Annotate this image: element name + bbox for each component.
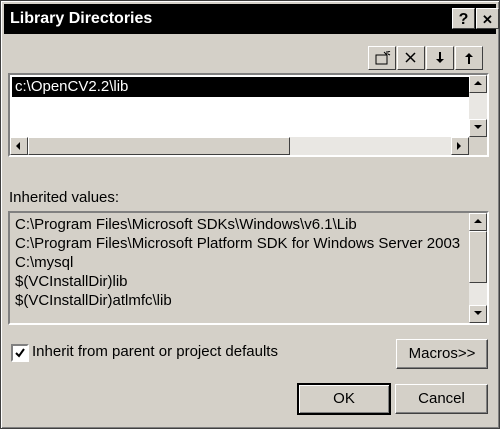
macros-button[interactable]: Macros>> [396, 339, 488, 369]
directory-list[interactable]: c:\OpenCV2.2\lib [8, 73, 489, 157]
scroll-down-arrow-icon [474, 311, 482, 315]
scroll-down-button[interactable] [469, 305, 487, 323]
scroll-up-arrow-icon [474, 81, 482, 85]
help-button[interactable]: ? [452, 8, 475, 29]
inherit-checkbox[interactable] [11, 344, 29, 362]
scrollbar-corner [469, 137, 487, 155]
directory-item-selected[interactable]: c:\OpenCV2.2\lib [12, 77, 470, 97]
move-up-button[interactable] [455, 46, 483, 70]
scroll-down-arrow-icon [474, 125, 482, 129]
scroll-left-arrow-icon [16, 142, 20, 150]
inherited-item: $(VCInstallDir)lib [15, 273, 128, 290]
arrow-down-icon [436, 52, 444, 63]
scroll-down-button[interactable] [469, 119, 487, 137]
inherited-list-vertical-scrollbar[interactable] [469, 213, 487, 323]
library-directories-dialog: Library Directories ? ✕ c:\OpenCV2.2\lib [0, 0, 500, 429]
inherited-values-list[interactable]: C:\Program Files\Microsoft SDKs\Windows\… [8, 211, 489, 325]
horizontal-scroll-thumb[interactable] [28, 137, 290, 155]
new-line-icon [375, 51, 391, 65]
ok-button[interactable]: OK [297, 383, 391, 415]
vertical-scroll-thumb[interactable] [469, 231, 487, 283]
move-down-button[interactable] [426, 46, 454, 70]
scroll-up-button[interactable] [469, 213, 487, 231]
inherit-checkbox-label[interactable]: Inherit from parent or project defaults [32, 343, 278, 360]
close-button[interactable]: ✕ [476, 8, 499, 29]
checkmark-icon [15, 348, 25, 358]
inherited-item: C:\Program Files\Microsoft Platform SDK … [15, 235, 461, 252]
close-icon: ✕ [482, 12, 493, 27]
delete-button[interactable] [397, 46, 425, 70]
title-bar[interactable]: Library Directories ? ✕ [4, 4, 499, 34]
inherited-item: $(VCInstallDir)atlmfc\lib [15, 292, 172, 309]
directory-list-horizontal-scrollbar[interactable] [10, 137, 469, 155]
scroll-up-button[interactable] [469, 75, 487, 93]
delete-icon [405, 52, 416, 63]
scroll-right-button[interactable] [451, 137, 469, 155]
new-line-button[interactable] [368, 46, 396, 70]
cancel-button[interactable]: Cancel [395, 384, 488, 414]
dialog-title: Library Directories [10, 10, 153, 27]
scroll-right-arrow-icon [457, 142, 461, 150]
arrow-up-icon [465, 53, 473, 64]
scroll-up-arrow-icon [474, 219, 482, 223]
directory-list-vertical-scrollbar[interactable] [469, 75, 487, 137]
inherited-values-label: Inherited values: [9, 189, 120, 206]
scroll-left-button[interactable] [10, 137, 28, 155]
inherited-item: C:\mysql [15, 254, 74, 271]
inherited-item: C:\Program Files\Microsoft SDKs\Windows\… [15, 216, 357, 233]
